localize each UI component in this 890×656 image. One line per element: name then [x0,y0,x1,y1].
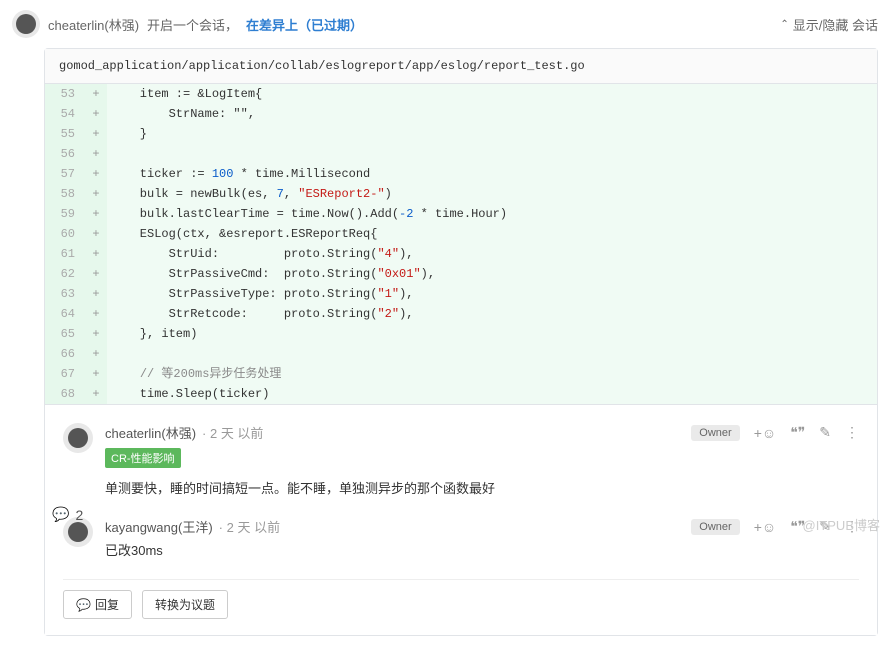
code-content: ESLog(ctx, &esreport.ESReportReq{ [107,224,877,244]
diff-marker: + [85,164,107,184]
avatar [12,10,40,38]
comment: kayangwang(王洋) · 2 天 以前 Owner +☺ ❝❞ ✎ ⋮ … [63,511,859,573]
diff-marker: + [85,224,107,244]
file-path[interactable]: gomod_application/application/collab/esl… [45,49,877,84]
line-number: 66 [45,344,85,364]
diff-line: 67+ // 等200ms异步任务处理 [45,364,877,384]
diff-marker: + [85,124,107,144]
thread-author: cheaterlin(林强) [48,15,139,34]
diff-line: 53+ item := &LogItem{ [45,84,877,104]
comments-section: cheaterlin(林强) · 2 天 以前 Owner +☺ ❝❞ ✎ ⋮ … [45,404,877,635]
diff-line: 55+ } [45,124,877,144]
quote-icon[interactable]: ❝❞ [790,424,805,441]
comment-author[interactable]: kayangwang(王洋) [105,517,213,536]
code-content: StrUid: proto.String("4"), [107,244,877,264]
line-number: 57 [45,164,85,184]
diff-line: 56+ [45,144,877,164]
line-number: 68 [45,384,85,404]
code-content: }, item) [107,324,877,344]
diff-marker: + [85,204,107,224]
edit-icon[interactable]: ✎ [819,424,831,441]
more-icon[interactable]: ⋮ [845,424,859,441]
diff-line: 68+ time.Sleep(ticker) [45,384,877,404]
diff-line: 63+ StrPassiveType: proto.String("1"), [45,284,877,304]
line-number: 56 [45,144,85,164]
speech-bubble-icon: 💬 [52,506,69,523]
diff-line: 57+ ticker := 100 * time.Millisecond [45,164,877,184]
avatar [63,423,93,453]
comment-text: 已改30ms [105,540,859,559]
diff-link[interactable]: 在差异上（已过期） [246,15,363,34]
thread-header: cheaterlin(林强) 开启一个会话， 在差异上（已过期） ⌃ 显示/隐藏… [12,8,878,48]
comment-author[interactable]: cheaterlin(林强) [105,423,196,442]
convert-to-issue-button[interactable]: 转换为议题 [142,590,228,619]
diff-panel: gomod_application/application/collab/esl… [44,48,878,636]
diff-marker: + [85,364,107,384]
comment-tag[interactable]: CR-性能影响 [105,448,181,468]
line-number: 64 [45,304,85,324]
thread-action: 开启一个会话， [147,15,238,34]
comment-text: 单测要快，睡的时间搞短一点。能不睡，单独测异步的那个函数最好 [105,478,859,497]
code-content: } [107,124,877,144]
comment-actions-row: 💬 回复 转换为议题 [63,579,859,623]
code-content: ticker := 100 * time.Millisecond [107,164,877,184]
toggle-thread[interactable]: ⌃ 显示/隐藏 会话 [780,15,878,34]
code-content [107,344,877,364]
diff-line: 64+ StrRetcode: proto.String("2"), [45,304,877,324]
speech-bubble-icon: 💬 [76,598,91,612]
code-content [107,144,877,164]
diff-marker: + [85,244,107,264]
reply-count: 💬 2 [52,506,83,523]
code-content: StrPassiveType: proto.String("1"), [107,284,877,304]
emoji-icon[interactable]: +☺ [754,425,776,441]
code-content: bulk.lastClearTime = time.Now().Add(-2 *… [107,204,877,224]
diff-marker: + [85,84,107,104]
owner-badge: Owner [691,519,739,535]
diff-marker: + [85,104,107,124]
code-content: // 等200ms异步任务处理 [107,364,877,384]
chevron-up-icon: ⌃ [780,19,788,30]
code-content: item := &LogItem{ [107,84,877,104]
diff-marker: + [85,384,107,404]
diff-marker: + [85,304,107,324]
reply-button[interactable]: 💬 回复 [63,590,132,619]
comment: cheaterlin(林强) · 2 天 以前 Owner +☺ ❝❞ ✎ ⋮ … [63,417,859,511]
diff-body: 53+ item := &LogItem{54+ StrName: "",55+… [45,84,877,404]
line-number: 63 [45,284,85,304]
line-number: 65 [45,324,85,344]
line-number: 61 [45,244,85,264]
diff-marker: + [85,264,107,284]
diff-line: 66+ [45,344,877,364]
code-content: StrRetcode: proto.String("2"), [107,304,877,324]
code-content: StrPassiveCmd: proto.String("0x01"), [107,264,877,284]
diff-line: 54+ StrName: "", [45,104,877,124]
line-number: 67 [45,364,85,384]
comment-time: · 2 天 以前 [202,423,263,442]
diff-marker: + [85,284,107,304]
diff-line: 59+ bulk.lastClearTime = time.Now().Add(… [45,204,877,224]
diff-line: 62+ StrPassiveCmd: proto.String("0x01"), [45,264,877,284]
diff-line: 58+ bulk = newBulk(es, 7, "ESReport2-") [45,184,877,204]
code-content: StrName: "", [107,104,877,124]
owner-badge: Owner [691,425,739,441]
line-number: 55 [45,124,85,144]
line-number: 54 [45,104,85,124]
diff-line: 65+ }, item) [45,324,877,344]
line-number: 60 [45,224,85,244]
line-number: 59 [45,204,85,224]
diff-line: 61+ StrUid: proto.String("4"), [45,244,877,264]
line-number: 58 [45,184,85,204]
code-content: bulk = newBulk(es, 7, "ESReport2-") [107,184,877,204]
line-number: 62 [45,264,85,284]
diff-line: 60+ ESLog(ctx, &esreport.ESReportReq{ [45,224,877,244]
diff-marker: + [85,344,107,364]
diff-marker: + [85,184,107,204]
diff-marker: + [85,324,107,344]
emoji-icon[interactable]: +☺ [754,519,776,535]
watermark: @ITPUB博客 [803,515,880,534]
comment-time: · 2 天 以前 [219,517,280,536]
code-content: time.Sleep(ticker) [107,384,877,404]
line-number: 53 [45,84,85,104]
diff-marker: + [85,144,107,164]
